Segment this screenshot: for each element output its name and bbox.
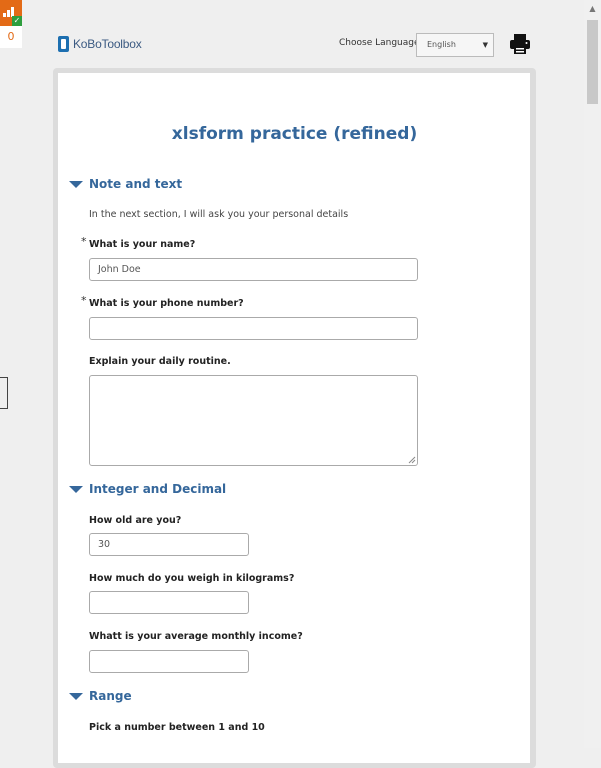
routine-textarea[interactable] (89, 375, 418, 466)
resize-grip-icon[interactable] (408, 456, 416, 464)
collapse-triangle-icon (69, 485, 83, 493)
queue-count: 0 (0, 26, 22, 48)
name-input[interactable]: John Doe (89, 258, 418, 281)
section-header-note-and-text[interactable]: Note and text (69, 177, 182, 191)
phone-input[interactable] (89, 317, 418, 340)
offline-queue-badge[interactable]: ✓ 0 (0, 0, 22, 48)
scroll-thumb[interactable] (587, 20, 598, 104)
language-select[interactable]: English ▼ (416, 33, 494, 57)
section-title: Note and text (89, 177, 183, 191)
phone-label: What is your phone number? (89, 298, 244, 309)
language-label: Choose Language (339, 38, 420, 48)
income-input[interactable] (89, 650, 249, 673)
chevron-down-icon: ▼ (482, 41, 488, 49)
name-label: What is your name? (89, 239, 196, 250)
language-selected: English (427, 40, 456, 49)
signal-bars-icon: ✓ (0, 0, 22, 26)
section-note: In the next section, I will ask you your… (89, 209, 349, 220)
age-input[interactable]: 30 (89, 533, 249, 556)
collapse-triangle-icon (69, 692, 83, 700)
weight-input[interactable] (89, 591, 249, 614)
range-label: Pick a number between 1 and 10 (89, 722, 265, 733)
collapse-triangle-icon (69, 180, 83, 188)
kobo-logo-icon (58, 36, 69, 52)
routine-label: Explain your daily routine. (89, 356, 231, 367)
scroll-up-icon[interactable]: ▲ (584, 0, 601, 17)
side-panel-handle[interactable] (0, 377, 8, 409)
required-marker: * (81, 294, 87, 307)
form-title: xlsform practice (refined) (171, 124, 418, 144)
check-icon: ✓ (12, 16, 22, 26)
required-marker: * (81, 235, 87, 248)
section-title: Range (89, 689, 132, 703)
logo-text: KoBoToolbox (73, 37, 142, 51)
weight-label: How much do you weigh in kilograms? (89, 573, 295, 584)
age-label: How old are you? (89, 515, 182, 526)
form-header: KoBoToolbox Choose Language English ▼ (58, 33, 533, 57)
kobo-logo: KoBoToolbox (58, 36, 142, 52)
section-header-range[interactable]: Range (69, 689, 132, 703)
print-icon[interactable] (509, 33, 531, 59)
page-scrollbar[interactable]: ▲ (584, 0, 601, 748)
section-header-integer-and-decimal[interactable]: Integer and Decimal (69, 482, 226, 496)
income-label: Whatt is your average monthly income? (89, 631, 303, 642)
section-title: Integer and Decimal (89, 482, 227, 496)
